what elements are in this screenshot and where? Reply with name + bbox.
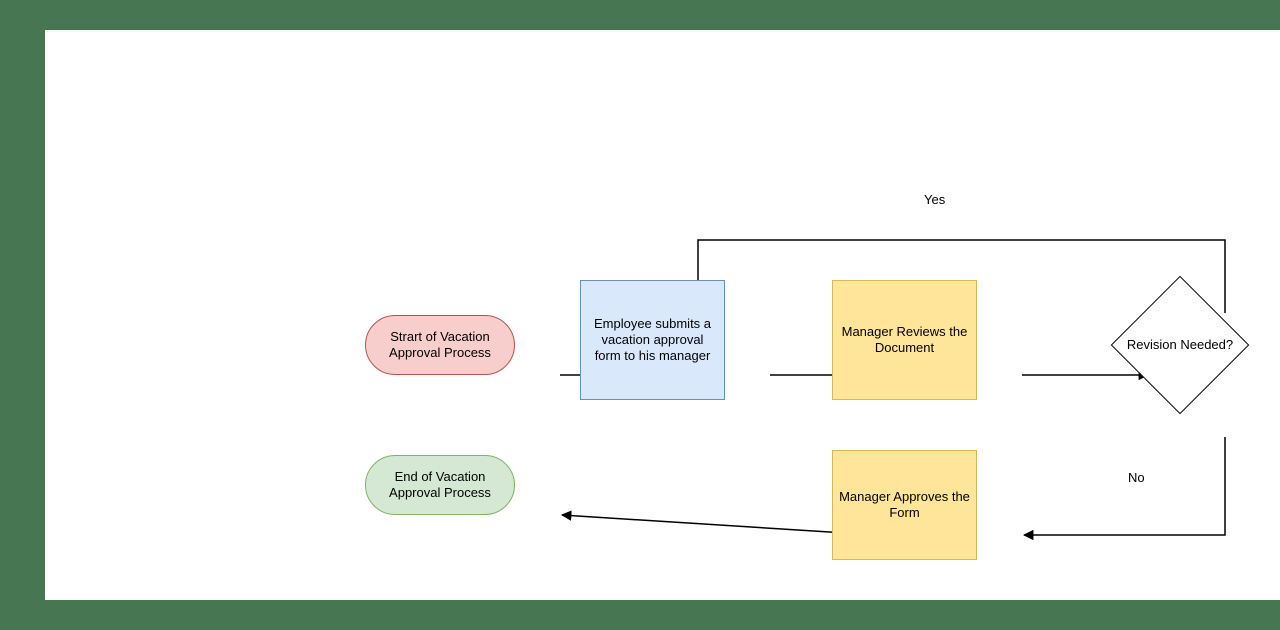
node-review: Manager Reviews the Document	[832, 280, 977, 400]
node-start-label: Strart of Vacation Approval Process	[372, 329, 508, 362]
node-start: Strart of Vacation Approval Process	[365, 315, 515, 375]
node-review-label: Manager Reviews the Document	[839, 324, 970, 357]
node-approve: Manager Approves the Form	[832, 450, 977, 560]
edge-decision-no	[1024, 437, 1225, 535]
node-decision-label: Revision Needed?	[1127, 337, 1233, 353]
edge-approve-end	[562, 515, 877, 535]
edge-label-no: No	[1128, 470, 1145, 485]
node-approve-label: Manager Approves the Form	[839, 489, 970, 522]
node-submit: Employee submits a vacation approval for…	[580, 280, 725, 400]
node-end-label: End of Vacation Approval Process	[372, 469, 508, 502]
node-submit-label: Employee submits a vacation approval for…	[587, 316, 718, 365]
flowchart-canvas: Strart of Vacation Approval Process Empl…	[45, 30, 1280, 600]
node-decision: Revision Needed?	[1105, 280, 1255, 410]
node-end: End of Vacation Approval Process	[365, 455, 515, 515]
edge-label-yes: Yes	[924, 192, 945, 207]
